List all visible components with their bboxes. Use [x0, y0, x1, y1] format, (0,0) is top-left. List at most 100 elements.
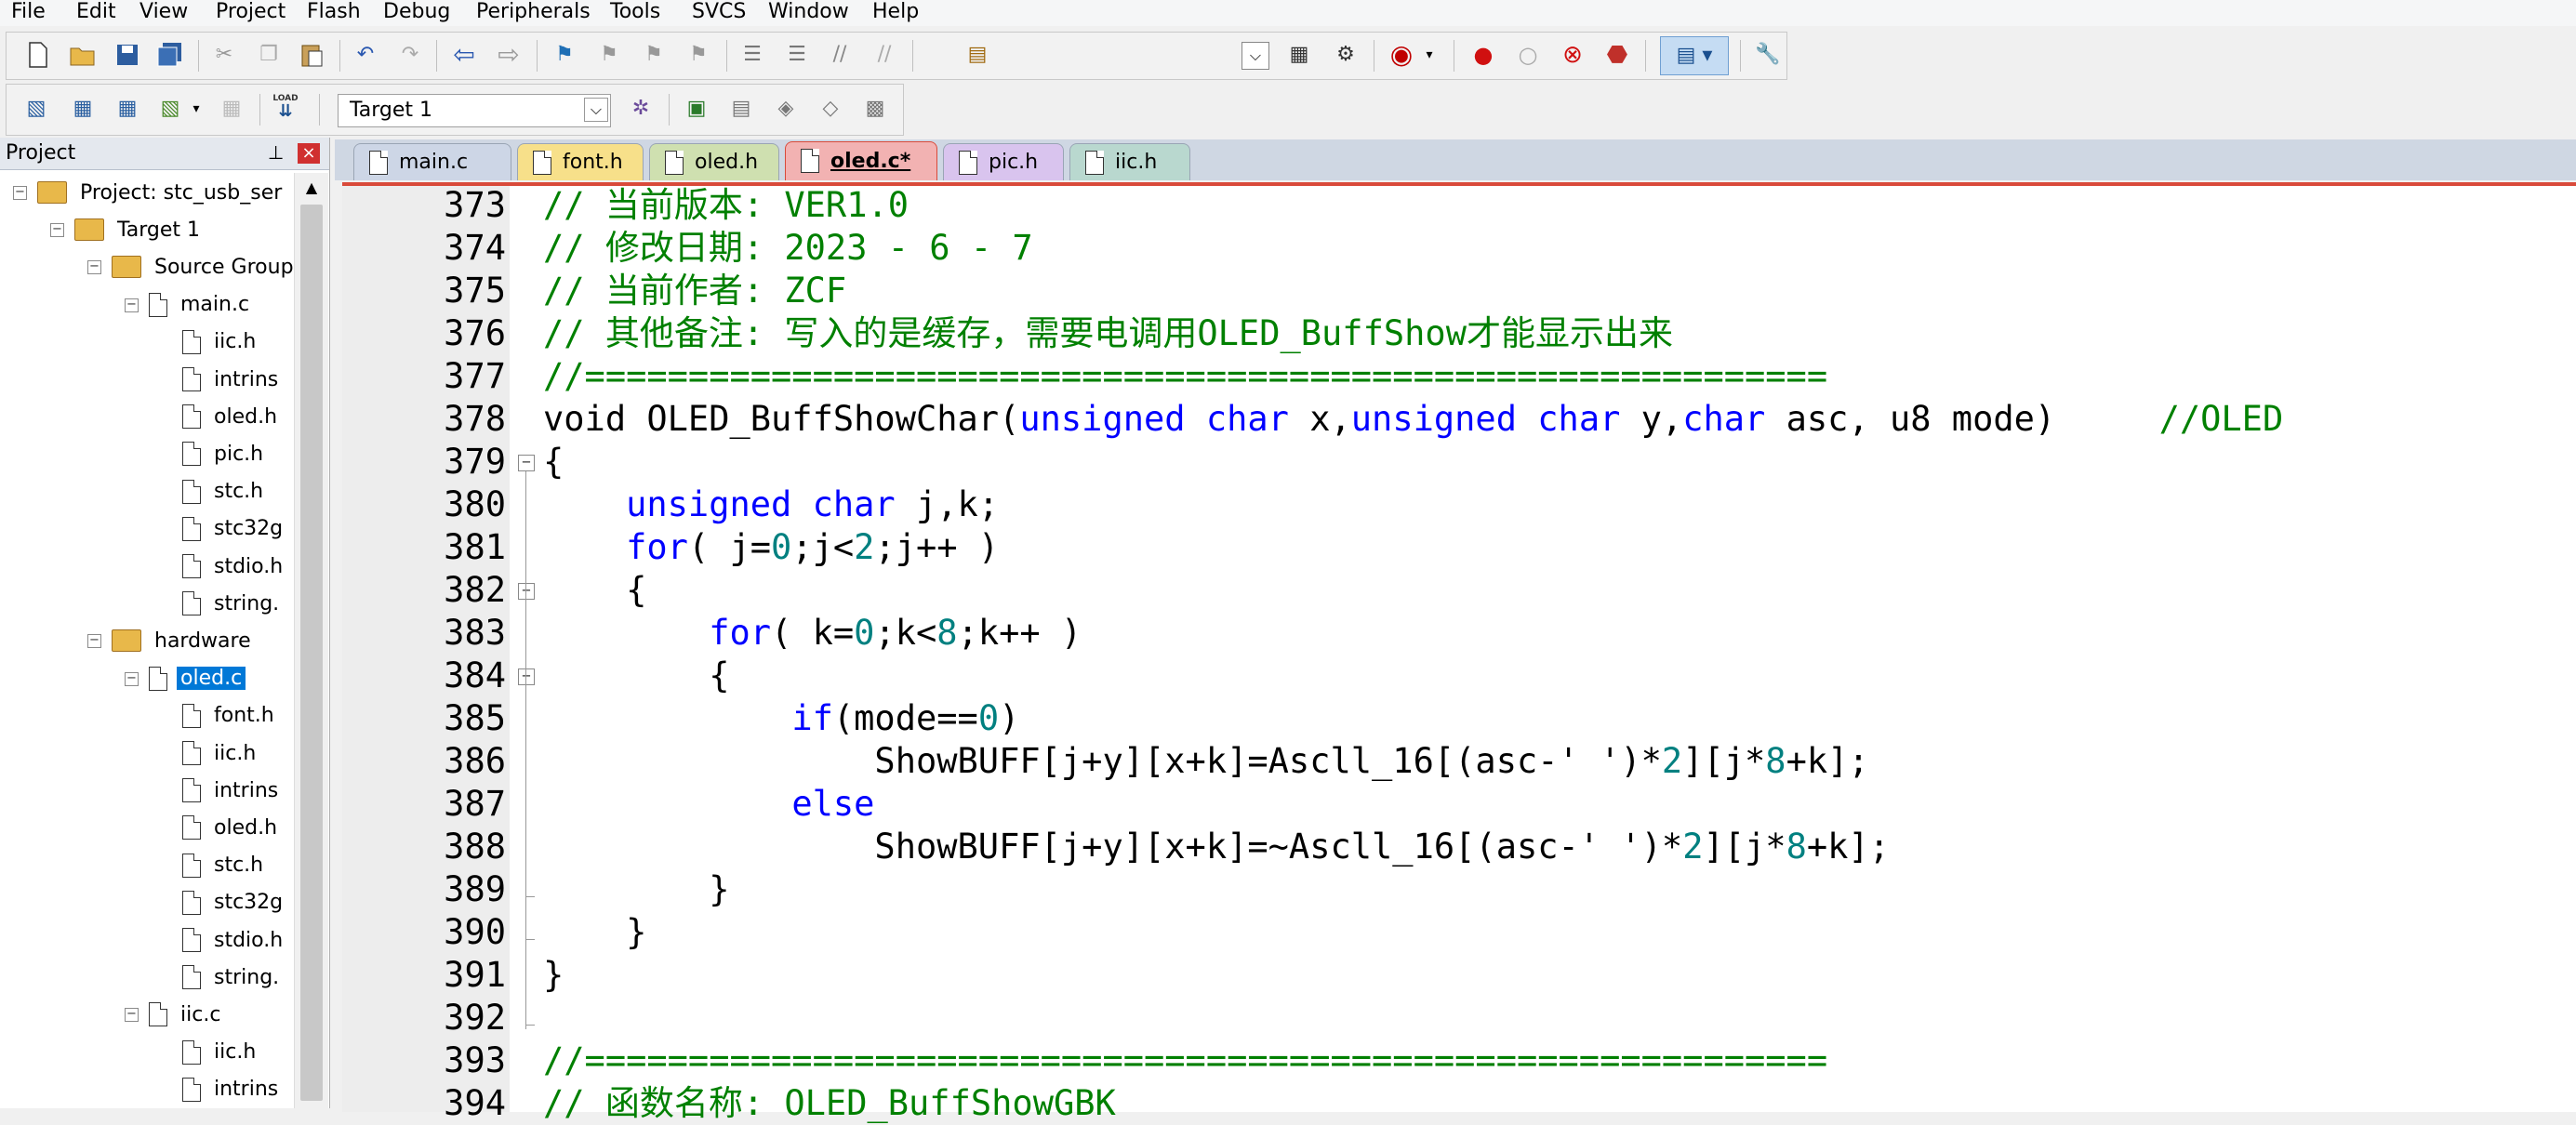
code-line[interactable]: 387 else — [342, 783, 2576, 826]
bookmark-icon[interactable]: ⚑ — [550, 40, 579, 70]
code-line[interactable]: 380 unsigned char j,k; — [342, 483, 2576, 526]
books-icon[interactable]: ▩ — [860, 94, 890, 124]
batch-dropdown-icon[interactable]: ▾ — [189, 94, 204, 124]
rebuild-icon[interactable]: ▦ — [113, 94, 142, 124]
menu-flash[interactable]: Flash — [307, 0, 361, 24]
code-line[interactable]: 375 // 当前作者: ZCF — [342, 270, 2576, 312]
code-line[interactable]: 393 //===================================… — [342, 1039, 2576, 1082]
tab-iic-h[interactable]: iic.h — [1069, 143, 1190, 180]
code-line[interactable]: 385 if(mode==0) — [342, 697, 2576, 740]
code-line[interactable]: 378 void OLED_BuffShowChar(unsigned char … — [342, 398, 2576, 441]
tree-scrollbar[interactable]: ▲ — [294, 173, 328, 1108]
undo-icon[interactable]: ↶ — [351, 40, 380, 70]
next-bookmark-icon[interactable]: ⚑ — [639, 40, 669, 70]
code-line[interactable]: 389 } — [342, 868, 2576, 911]
find-in-files-icon[interactable]: ▤ — [963, 40, 992, 70]
code-line[interactable]: 382 { — [342, 569, 2576, 612]
pin-icon[interactable]: ⊥ — [268, 141, 284, 164]
tab-oled-h[interactable]: oled.h — [649, 143, 779, 180]
clear-bookmarks-icon[interactable]: ⚑ — [684, 40, 713, 70]
tree-item-font-h[interactable]: font.h — [0, 698, 278, 734]
code-line[interactable]: 388 ShowBUFF[j+y][x+k]=~Ascll_16[(asc-' … — [342, 826, 2576, 868]
collapse-toggle-icon[interactable]: − — [50, 223, 64, 238]
indent-icon[interactable]: ☰ — [737, 40, 767, 70]
new-file-icon[interactable] — [23, 40, 53, 70]
close-panel-icon[interactable]: × — [298, 143, 320, 164]
find-icon[interactable]: ▦ — [1284, 40, 1314, 70]
collapse-toggle-icon[interactable]: − — [125, 298, 139, 312]
nav-back-icon[interactable]: ⇦ — [449, 40, 479, 70]
tree-item-stc-h[interactable]: stc.h — [0, 848, 267, 883]
menu-project[interactable]: Project — [216, 0, 285, 24]
debug-dropdown-icon[interactable]: ▾ — [1420, 40, 1439, 70]
tab-font-h[interactable]: font.h — [517, 143, 644, 180]
scroll-up-button[interactable]: ▲ — [299, 175, 325, 201]
incremental-find-icon[interactable]: ⚙ — [1331, 40, 1361, 70]
scroll-thumb[interactable] — [300, 205, 323, 1101]
tab-pic-h[interactable]: pic.h — [943, 143, 1064, 180]
breakpoint-icon[interactable]: ● — [1468, 40, 1498, 70]
target-select[interactable]: Target 1 ⌵ — [338, 94, 611, 127]
uncomment-icon[interactable]: // — [870, 40, 899, 70]
translate-icon[interactable]: ▧ — [21, 94, 51, 124]
code-line[interactable]: 392 — [342, 997, 2576, 1039]
tree-item-stc32g[interactable]: stc32g — [0, 885, 286, 920]
kill-breakpoints-icon[interactable]: ⊗ — [1558, 40, 1587, 70]
prev-bookmark-icon[interactable]: ⚑ — [594, 40, 624, 70]
collapse-toggle-icon[interactable]: − — [125, 671, 139, 686]
tree-item-string[interactable]: string. — [0, 586, 283, 621]
target-options-icon[interactable]: ✲ — [626, 94, 656, 124]
code-line[interactable]: 383 for( k=0;k<8;k++ ) — [342, 612, 2576, 655]
code-line[interactable]: 384 { — [342, 655, 2576, 697]
manage-components-icon[interactable]: ▣ — [682, 94, 711, 124]
disable-breakpoint-icon[interactable]: ○ — [1513, 40, 1543, 70]
menu-peripherals[interactable]: Peripherals — [476, 0, 591, 24]
code-line[interactable]: 379 { — [342, 441, 2576, 483]
tree-item-intrins[interactable]: intrins — [0, 773, 282, 808]
debug-session-icon[interactable]: ◉ — [1387, 40, 1416, 70]
fold-toggle-icon[interactable]: − — [518, 583, 535, 600]
tab-main-c[interactable]: main.c — [353, 143, 511, 180]
save-icon[interactable] — [113, 40, 142, 70]
cut-icon[interactable]: ✂ — [209, 40, 239, 70]
tree-item-iic-h[interactable]: iic.h — [0, 735, 259, 771]
tree-item-oled-h[interactable]: oled.h — [0, 810, 281, 845]
collapse-toggle-icon[interactable]: − — [125, 1008, 139, 1023]
tab-oled-c[interactable]: oled.c* — [785, 141, 937, 180]
tree-item-iic-c[interactable]: − iic.c — [0, 997, 224, 1032]
fold-toggle-icon[interactable]: − — [518, 455, 535, 471]
code-line[interactable]: 391} — [342, 954, 2576, 997]
tree-item-iic-h[interactable]: iic.h — [0, 324, 259, 360]
code-editor[interactable]: 373 // 当前版本: VER1.0 374 // 修改日期: 2023 - 6 -… — [342, 182, 2576, 1123]
code-line[interactable]: 376 // 其他备注: 写入的是缓存，需要电调用OLED_BuffShow才能显… — [342, 312, 2576, 355]
comment-icon[interactable]: // — [825, 40, 855, 70]
save-all-icon[interactable] — [155, 40, 185, 70]
collapse-toggle-icon[interactable]: − — [87, 260, 101, 275]
tree-item-pic-h[interactable]: pic.h — [0, 436, 267, 471]
code-line[interactable]: 377 //===================================… — [342, 355, 2576, 398]
tree-item-main-c[interactable]: − main.c — [0, 287, 253, 323]
find-combo[interactable] — [992, 42, 1273, 72]
code-line[interactable]: 386 ShowBUFF[j+y][x+k]=Ascll_16[(asc-' '… — [342, 740, 2576, 783]
stop-build-icon[interactable]: ▦ — [217, 94, 246, 124]
tree-item-stc-h[interactable]: stc.h — [0, 474, 267, 510]
tree-item-oled-h[interactable]: oled.h — [0, 399, 281, 434]
copy-icon[interactable]: ❐ — [254, 40, 284, 70]
load-icon[interactable]: LOAD ⇊ — [271, 92, 300, 122]
menu-file[interactable]: File — [11, 0, 46, 24]
tree-item-project-stc-usb-ser[interactable]: − Project: stc_usb_ser — [0, 175, 285, 210]
pack-installer-icon[interactable]: ◇ — [816, 94, 845, 124]
menu-tools[interactable]: Tools — [610, 0, 660, 24]
redo-icon[interactable]: ↷ — [395, 40, 425, 70]
tree-item-stdio-h[interactable]: stdio.h — [0, 549, 286, 584]
code-line[interactable]: 390 } — [342, 911, 2576, 954]
nav-forward-icon[interactable]: ⇨ — [494, 40, 524, 70]
code-line[interactable]: 394 // 函数名称: OLED_BuffShowGBK — [342, 1082, 2576, 1125]
tree-item-intrins[interactable]: intrins — [0, 362, 282, 397]
open-icon[interactable] — [68, 40, 98, 70]
select-packs-icon[interactable]: ▤ — [726, 94, 756, 124]
tree-item-iic-h[interactable]: iic.h — [0, 1035, 259, 1070]
window-layout-icon[interactable]: ▤ ▾ — [1660, 36, 1729, 75]
menu-window[interactable]: Window — [768, 0, 849, 24]
unindent-icon[interactable]: ☰ — [782, 40, 812, 70]
